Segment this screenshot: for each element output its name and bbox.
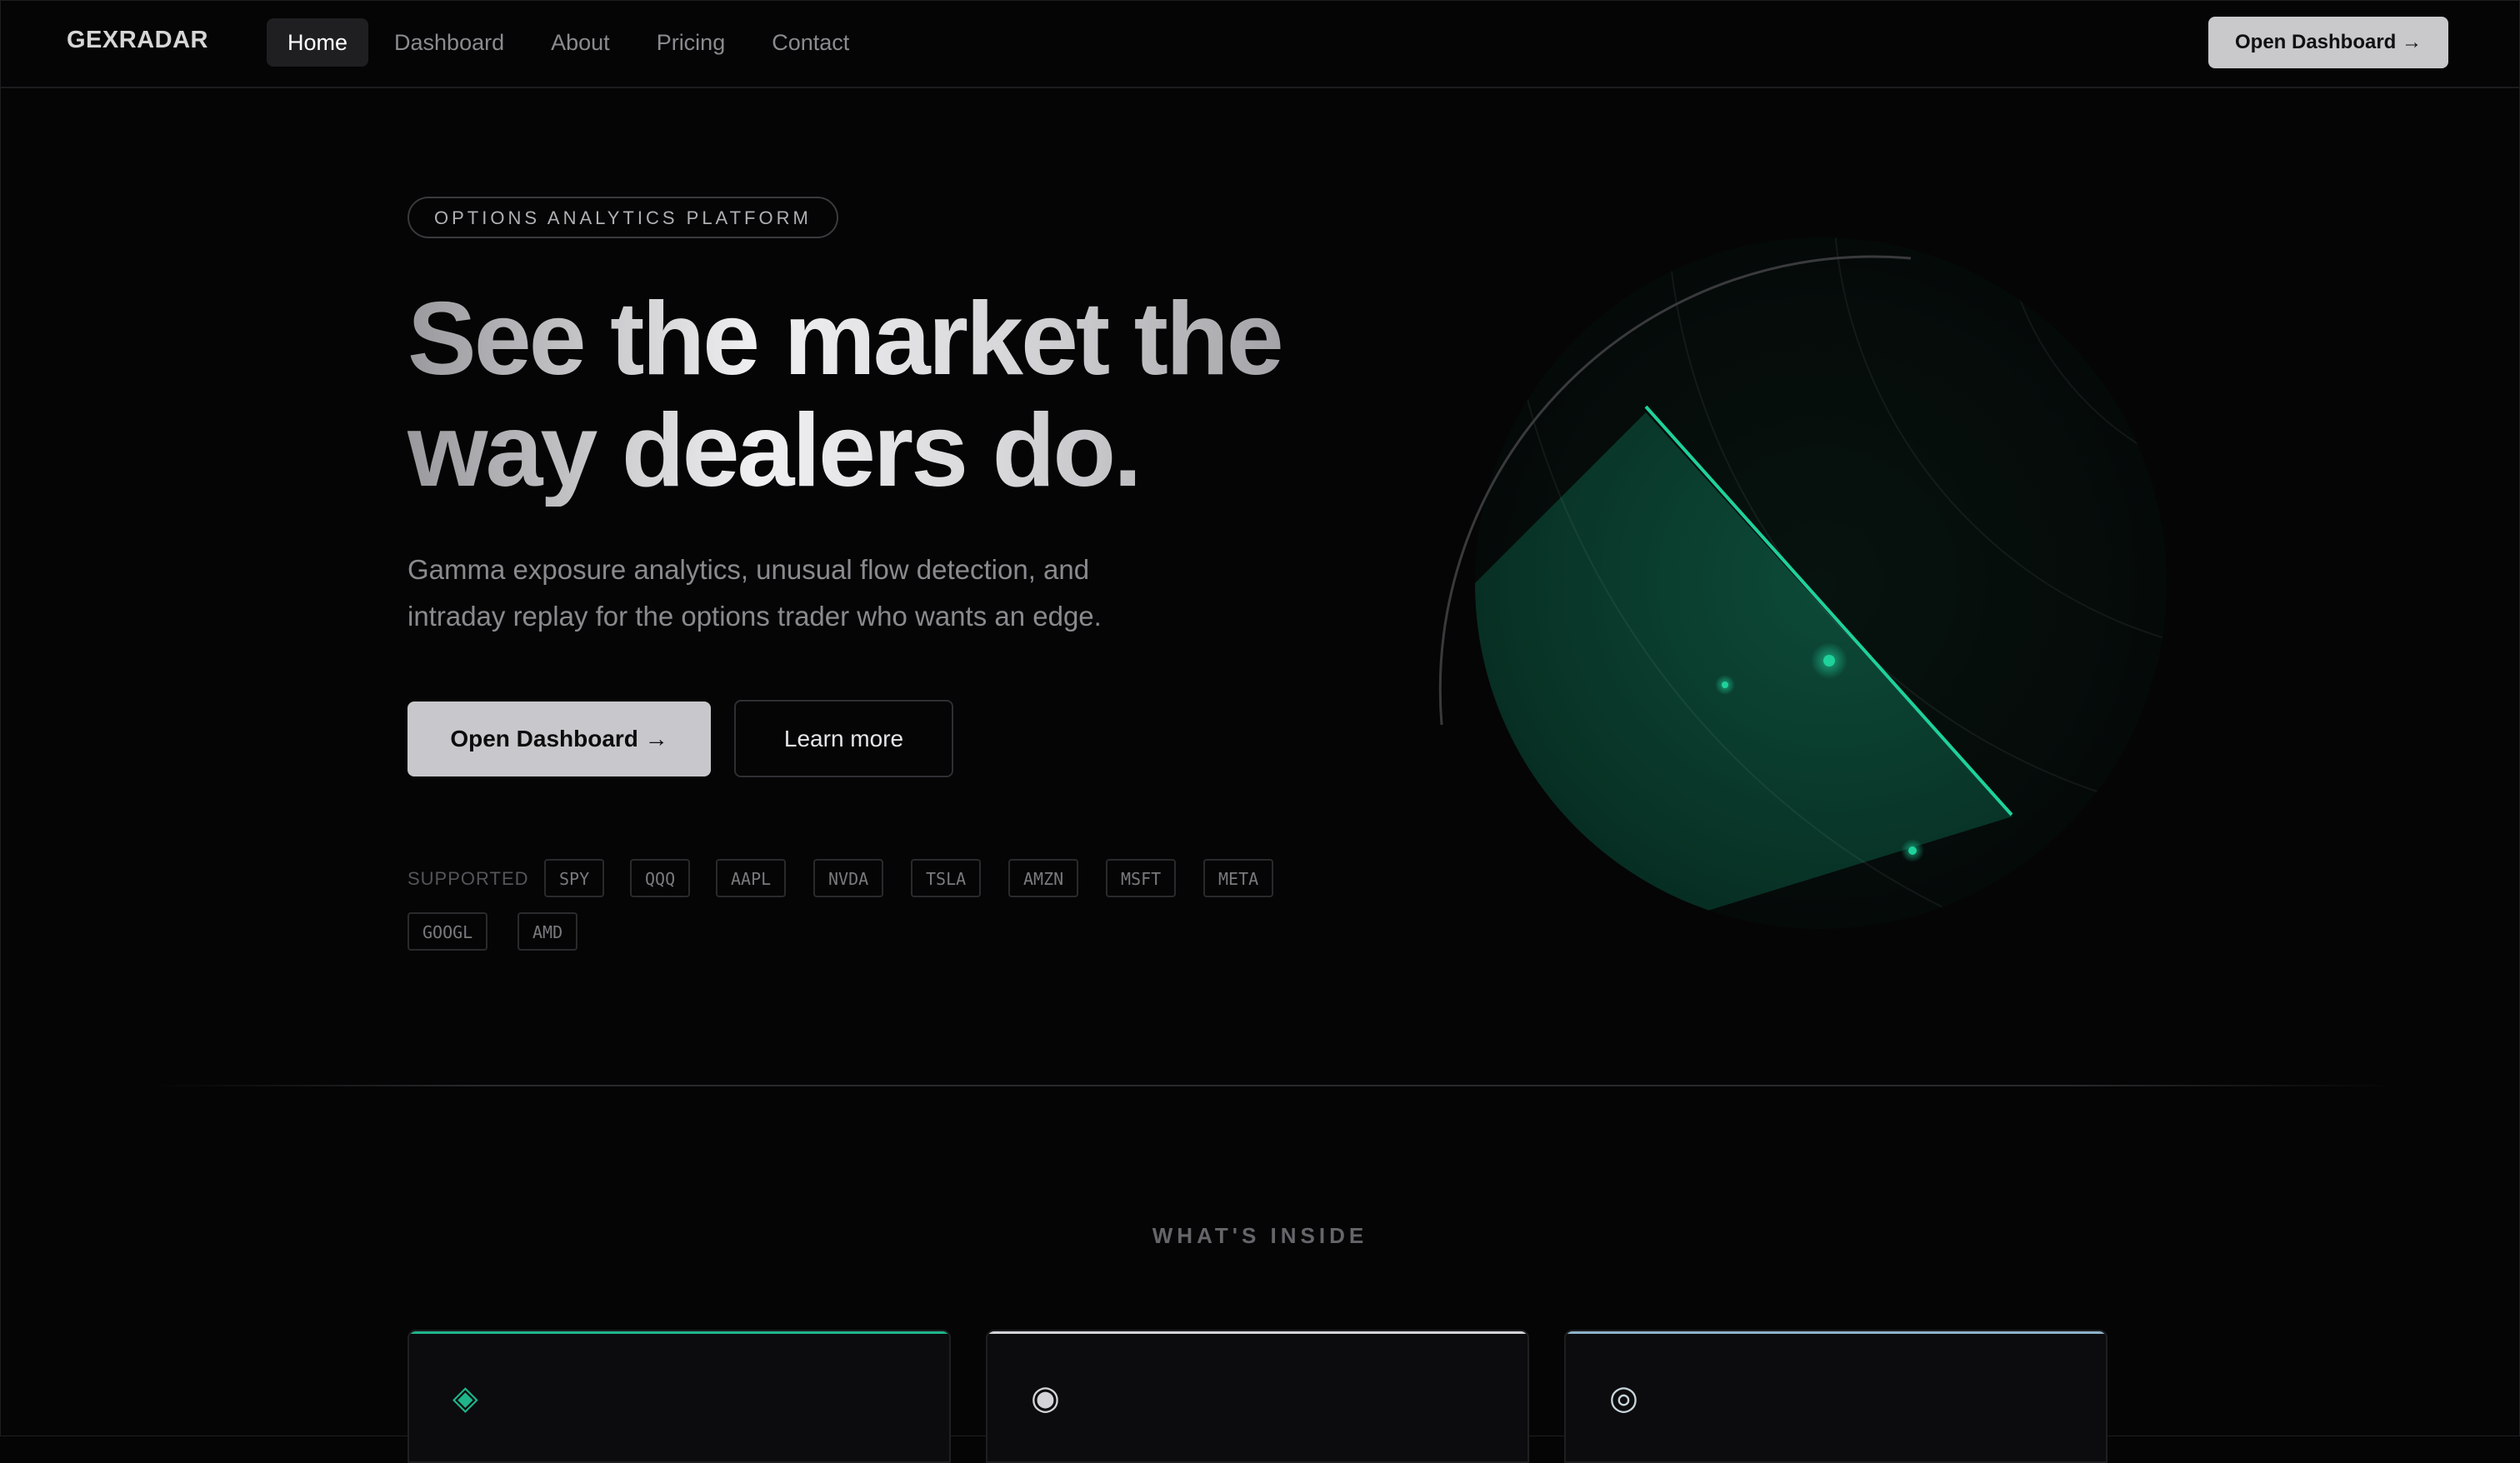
brand-logo[interactable]: GEXRADAR	[67, 27, 208, 54]
hero-title-line-2: way dealers do.	[408, 393, 1140, 508]
ticker-chip-googl[interactable]: GOOGL	[408, 912, 488, 951]
feature-card-3[interactable]: ◎	[1564, 1330, 2108, 1463]
nav-link-home[interactable]: Home	[267, 18, 369, 67]
nav-link-about[interactable]: About	[530, 18, 631, 67]
ticker-chip-msft[interactable]: MSFT	[1106, 859, 1177, 897]
nav-link-contact[interactable]: Contact	[751, 18, 870, 67]
nav-open-dashboard-button[interactable]: Open Dashboard →	[2208, 17, 2448, 68]
hero-subtitle: Gamma exposure analytics, unusual flow d…	[408, 547, 1241, 640]
feature-card-1[interactable]: ◈	[408, 1330, 951, 1463]
whats-inside-heading: WHAT'S INSIDE	[1152, 1223, 1368, 1248]
nav-link-dashboard[interactable]: Dashboard	[373, 18, 525, 67]
bullseye-icon: ◎	[1609, 1380, 1638, 1416]
hero-open-dashboard-button[interactable]: Open Dashboard →	[408, 702, 711, 776]
ticker-chip-qqq[interactable]: QQQ	[630, 859, 691, 897]
ticker-chip-nvda[interactable]: NVDA	[813, 859, 884, 897]
nav-link-pricing[interactable]: Pricing	[636, 18, 747, 67]
ticker-chip-amzn[interactable]: AMZN	[1008, 859, 1079, 897]
card-accent-line	[1566, 1331, 2106, 1334]
target-dot-icon: ◉	[1031, 1380, 1060, 1416]
card-accent-line	[988, 1331, 1528, 1334]
hero-subtitle-line-2: intraday replay for the options trader w…	[408, 601, 1102, 632]
ticker-chip-amd[interactable]: AMD	[518, 912, 578, 951]
hero-title-line-1: See the market the	[408, 282, 1282, 397]
ticker-chip-meta[interactable]: META	[1203, 859, 1274, 897]
radar-blip	[1908, 846, 1917, 855]
section-divider	[150, 1085, 2400, 1086]
hero-title: See the market the way dealers do.	[408, 283, 1408, 507]
feature-card-2[interactable]: ◉	[986, 1330, 1529, 1463]
top-navigation: GEXRADAR Home Dashboard About Pricing Co…	[0, 0, 2520, 88]
learn-more-button[interactable]: Learn more	[734, 700, 953, 777]
ticker-chip-tsla[interactable]: TSLA	[911, 859, 982, 897]
radar-illustration	[1438, 237, 2167, 929]
card-accent-line	[409, 1331, 949, 1334]
ticker-chip-spy[interactable]: SPY	[544, 859, 605, 897]
radar-blip	[1823, 655, 1835, 667]
hero-subtitle-line-1: Gamma exposure analytics, unusual flow d…	[408, 554, 1090, 585]
supported-label: SUPPORTED	[408, 868, 529, 889]
hero-eyebrow-badge: OPTIONS ANALYTICS PLATFORM	[408, 197, 838, 238]
nav-links: Home Dashboard About Pricing Contact	[267, 18, 875, 67]
radar-blip	[1722, 682, 1728, 688]
diamond-icon: ◈	[452, 1380, 478, 1416]
ticker-chip-aapl[interactable]: AAPL	[716, 859, 787, 897]
